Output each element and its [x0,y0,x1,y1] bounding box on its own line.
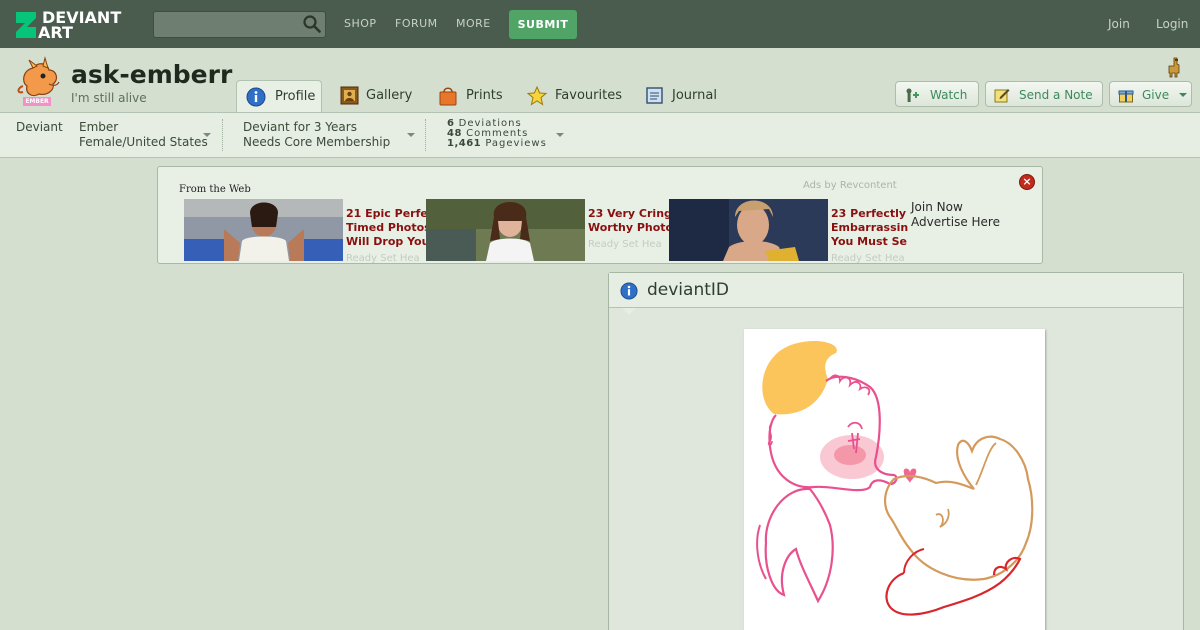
stat-label: Pageviews [485,138,547,149]
send-note-button[interactable]: Send a Note [985,81,1103,107]
llama-badge-icon[interactable] [1166,56,1182,78]
tab-label-profile: Profile [275,89,316,104]
tab-label-favourites: Favourites [555,88,622,103]
deviant-name: Ember [79,120,119,134]
chevron-down-icon [1179,93,1187,97]
give-dropdown-button[interactable]: Give [1109,81,1192,107]
deviantid-image[interactable] [744,329,1045,630]
advertise-here-link[interactable]: Advertise Here [911,215,1000,230]
ad-thumbnail[interactable] [426,199,585,261]
advertisement-box: From the Web Ads by Revcontent × 21 Epic… [157,166,1043,264]
gift-icon [1118,90,1134,103]
divider [222,119,223,151]
ad-title-line: Will Drop You [346,235,428,248]
panel-notch [622,308,636,315]
info-icon [246,87,266,107]
nav-shop-link[interactable]: SHOP [344,17,377,30]
tab-label-gallery: Gallery [366,88,413,103]
prints-bag-icon [439,87,457,106]
gallery-icon [340,86,359,105]
search-icon[interactable] [303,15,321,33]
top-navigation-bar: DEVIANT ART SHOP FORUM MORE SUBMIT Join … [0,0,1200,48]
divider [425,119,426,151]
ad-promo-links: Join Now Advertise Here [911,200,1000,230]
panel-title: deviantID [647,280,729,300]
ad-title-line: 21 Epic Perfe [346,207,428,220]
watch-button[interactable]: Watch [895,81,979,107]
ad-thumbnail[interactable] [184,199,343,261]
ad-title[interactable]: 21 Epic Perfe Timed Photos Will Drop You [346,207,428,249]
close-icon: × [1022,175,1032,188]
chevron-down-icon[interactable] [556,133,564,137]
nav-more-link[interactable]: MORE [456,17,491,30]
join-now-link[interactable]: Join Now [911,200,1000,215]
page-title[interactable]: ask-emberr [71,60,232,89]
note-pencil-icon [994,89,1010,103]
ad-attribution[interactable]: Ads by Revcontent [803,180,897,191]
deviant-type-label: Deviant [16,120,63,134]
info-icon [620,282,638,300]
profile-info-strip: Deviant Ember Female/United States Devia… [0,112,1200,158]
nav-forum-link[interactable]: FORUM [395,17,438,30]
ad-heading: From the Web [179,184,251,195]
ad-source: Ready Set Hea [831,253,905,264]
deviantart-logo[interactable]: DEVIANT ART [14,8,130,42]
tab-label-journal: Journal [672,88,717,103]
stat-value: 1,461 [447,138,482,149]
avatar-badge-text: EMBER [25,98,49,105]
chevron-down-icon[interactable] [203,133,211,137]
tab-prints[interactable]: Prints [432,80,512,112]
send-note-label: Send a Note [1019,88,1093,102]
deviantid-panel: deviantID [608,272,1184,630]
submit-button[interactable]: SUBMIT [509,10,577,39]
ad-title[interactable]: 23 Very Cring Worthy Photo [588,207,670,235]
ad-thumbnail[interactable] [669,199,828,261]
ad-title-line: You Must Se [831,235,907,248]
search-input[interactable] [153,11,326,38]
tab-favourites[interactable]: Favourites [522,80,630,112]
journal-icon [646,87,663,104]
tab-gallery[interactable]: Gallery [334,80,420,112]
ad-title-line: Worthy Photo [588,221,670,234]
avatar[interactable]: EMBER [13,56,63,106]
ad-title-line: Timed Photos [346,221,428,234]
ad-source: Ready Set Hea [588,239,662,250]
ad-title-line: 23 Perfectly [831,207,907,220]
ad-title-line: Embarrassin [831,221,908,234]
ad-title-line: 23 Very Cring [588,207,670,220]
logo-word-art: ART [38,23,73,42]
tab-profile[interactable]: Profile [236,80,322,112]
chevron-down-icon[interactable] [407,133,415,137]
login-link[interactable]: Login [1156,17,1188,31]
ad-source: Ready Set Hea [346,253,420,264]
member-duration: Deviant for 3 Years [243,120,357,134]
panel-header: deviantID [609,273,1183,308]
deviantart-z-icon [16,12,36,38]
watch-plus-icon [906,88,919,102]
stat-pageviews[interactable]: 1,461 Pageviews [447,138,547,149]
star-icon [527,86,547,106]
ad-title[interactable]: 23 Perfectly Embarrassin You Must Se [831,207,908,249]
gender-location: Female/United States [79,135,208,149]
profile-header: EMBER ask-emberr I'm still alive Profile… [0,48,1200,112]
close-ad-button[interactable]: × [1019,174,1035,190]
tab-journal[interactable]: Journal [640,80,726,112]
tab-label-prints: Prints [466,88,503,103]
join-link[interactable]: Join [1108,17,1130,31]
ember-drawing-image [756,340,1034,616]
watch-button-label: Watch [930,88,968,102]
membership-status[interactable]: Needs Core Membership [243,135,390,149]
profile-tagline: I'm still alive [71,91,147,105]
give-label: Give [1142,88,1170,102]
